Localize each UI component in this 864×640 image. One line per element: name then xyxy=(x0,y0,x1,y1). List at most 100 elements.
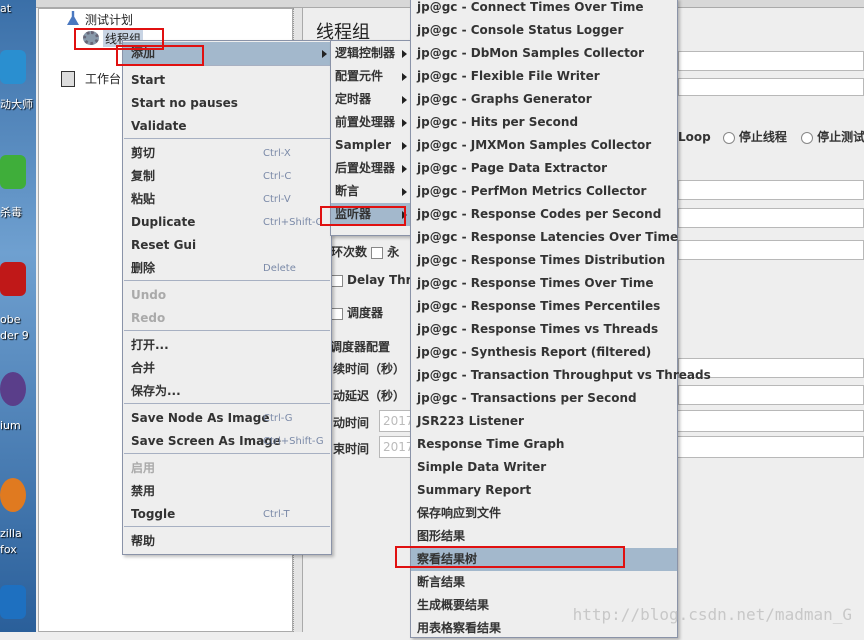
context-menu-item[interactable]: Start no pauses xyxy=(123,92,331,115)
menu-item-label: jp@gc - DbMon Samples Collector xyxy=(417,46,645,60)
context-menu-item[interactable]: Save Screen As Image Ctrl+Shift-G xyxy=(123,430,331,453)
menu-item-label: 后置处理器 xyxy=(335,161,396,175)
desktop-label: ium xyxy=(0,419,21,432)
firefox-icon[interactable] xyxy=(0,478,26,512)
menu-item-label: 定时器 xyxy=(335,92,372,106)
threads-field[interactable] xyxy=(678,180,864,200)
menu-item-label: jp@gc - Response Codes per Second xyxy=(417,207,662,221)
context-menu-item[interactable]: 帮助 xyxy=(123,530,331,553)
menu-item-label: 剪切 xyxy=(131,146,156,160)
context-menu-item[interactable]: 启用 xyxy=(123,457,331,480)
tree-node-test-plan[interactable]: 测试计划 xyxy=(85,11,133,28)
menu-item-label: 保存响应到文件 xyxy=(417,506,502,520)
menu-separator xyxy=(124,403,330,404)
loop-count-field[interactable] xyxy=(678,240,864,260)
listener-menu-item[interactable]: jp@gc - Response Times Over Time xyxy=(411,272,677,295)
menu-item-label: Response Time Graph xyxy=(417,437,565,451)
listener-menu-item[interactable]: 图形结果 xyxy=(411,525,677,548)
add-submenu-item[interactable]: 配置元件 xyxy=(331,65,411,88)
listener-menu-item[interactable]: Summary Report xyxy=(411,479,677,502)
stop-test-radio[interactable] xyxy=(801,131,814,144)
context-menu-item[interactable]: 复制 Ctrl-C xyxy=(123,165,331,188)
listener-menu-item[interactable]: jp@gc - Response Codes per Second xyxy=(411,203,677,226)
stop-thread-radio[interactable] xyxy=(722,131,735,144)
add-submenu-item[interactable]: 定时器 xyxy=(331,88,411,111)
driver-app-icon[interactable] xyxy=(0,50,26,84)
listener-menu-item[interactable]: jp@gc - DbMon Samples Collector xyxy=(411,42,677,65)
shortcut-label: Ctrl-T xyxy=(263,509,290,520)
menu-separator xyxy=(124,280,330,281)
shortcut-label: Ctrl-C xyxy=(263,171,292,182)
context-menu-item[interactable]: 禁用 xyxy=(123,480,331,503)
context-menu-item[interactable]: Toggle Ctrl-T xyxy=(123,503,331,526)
menu-item-label: jp@gc - Response Times Distribution xyxy=(417,253,666,267)
context-menu-item[interactable]: Start xyxy=(123,69,331,92)
listener-menu-item[interactable]: 保存响应到文件 xyxy=(411,502,677,525)
listener-menu-item[interactable]: jp@gc - Hits per Second xyxy=(411,111,677,134)
delay-thread-checkbox[interactable] xyxy=(331,274,343,287)
menu-separator xyxy=(124,138,330,139)
add-submenu-item[interactable]: 逻辑控制器 xyxy=(331,42,411,65)
listener-menu-item[interactable]: jp@gc - Response Times Distribution xyxy=(411,249,677,272)
menu-item-label: jp@gc - Transaction Throughput vs Thread… xyxy=(417,368,711,382)
listener-menu-item[interactable]: Response Time Graph xyxy=(411,433,677,456)
context-menu-item[interactable]: 删除 Delete xyxy=(123,257,331,280)
listener-menu-item[interactable]: jp@gc - Response Times Percentiles xyxy=(411,295,677,318)
menu-item-label: 禁用 xyxy=(131,484,156,498)
listener-menu-item[interactable]: jp@gc - Response Times vs Threads xyxy=(411,318,677,341)
adobe-reader-icon[interactable] xyxy=(0,262,26,296)
context-menu-item[interactable]: 打开... xyxy=(123,334,331,357)
startup-delay-field[interactable] xyxy=(678,385,864,405)
context-menu-item[interactable]: Duplicate Ctrl+Shift-C xyxy=(123,211,331,234)
menu-item-label: Reset Gui xyxy=(131,238,197,252)
menu-item-label: jp@gc - Transactions per Second xyxy=(417,391,637,405)
chromium-icon[interactable] xyxy=(0,372,26,406)
listener-menu-item[interactable]: jp@gc - Connect Times Over Time xyxy=(411,0,677,19)
listener-menu-item[interactable]: jp@gc - Graphs Generator xyxy=(411,88,677,111)
context-menu-item[interactable]: Undo xyxy=(123,284,331,307)
forever-checkbox[interactable] xyxy=(371,246,384,259)
antivirus-icon[interactable] xyxy=(0,155,26,189)
add-submenu-item[interactable]: Sampler xyxy=(331,134,411,157)
add-submenu-item[interactable]: 断言 xyxy=(331,180,411,203)
listener-menu-item[interactable]: Simple Data Writer xyxy=(411,456,677,479)
context-menu-item[interactable]: Reset Gui xyxy=(123,234,331,257)
menu-item-label: 配置元件 xyxy=(335,69,384,83)
menu-item-label: jp@gc - Response Latencies Over Time xyxy=(417,230,679,244)
listener-menu-item[interactable]: jp@gc - Synthesis Report (filtered) xyxy=(411,341,677,364)
listener-menu-item[interactable]: jp@gc - JMXMon Samples Collector xyxy=(411,134,677,157)
menu-item-label: 断言 xyxy=(335,184,360,198)
listener-menu-item[interactable]: jp@gc - Console Status Logger xyxy=(411,19,677,42)
listener-menu-item[interactable]: jp@gc - Page Data Extractor xyxy=(411,157,677,180)
scheduler-checkbox[interactable] xyxy=(331,307,343,320)
desktop-label: obe xyxy=(0,313,21,326)
context-menu-item[interactable]: Save Node As Image Ctrl-G xyxy=(123,407,331,430)
listener-menu-item[interactable]: jp@gc - Transactions per Second xyxy=(411,387,677,410)
menu-item-label: 用表格察看结果 xyxy=(417,621,502,635)
add-submenu-item[interactable]: 前置处理器 xyxy=(331,111,411,134)
listener-menu-item[interactable]: 断言结果 xyxy=(411,571,677,594)
menu-separator xyxy=(124,330,330,331)
listener-menu-item[interactable]: jp@gc - PerfMon Metrics Collector xyxy=(411,180,677,203)
app-icon[interactable] xyxy=(0,585,26,619)
context-menu-item[interactable]: 合并 xyxy=(123,357,331,380)
shortcut-label: Ctrl-V xyxy=(263,194,291,205)
context-menu-item[interactable]: 保存为... xyxy=(123,380,331,403)
context-menu-item[interactable]: 粘贴 Ctrl-V xyxy=(123,188,331,211)
annotation-box xyxy=(395,546,625,568)
context-menu-item[interactable]: Validate xyxy=(123,115,331,138)
listener-menu-item[interactable]: jp@gc - Response Latencies Over Time xyxy=(411,226,679,249)
comments-field[interactable] xyxy=(678,78,864,96)
listener-menu-item[interactable]: jp@gc - Transaction Throughput vs Thread… xyxy=(411,364,711,387)
menu-item-label: jp@gc - Synthesis Report (filtered) xyxy=(417,345,652,359)
ramp-up-field[interactable] xyxy=(678,208,864,228)
shortcut-label: Ctrl+Shift-C xyxy=(263,217,323,228)
add-submenu-item[interactable]: 后置处理器 xyxy=(331,157,411,180)
listener-menu-item[interactable]: JSR223 Listener xyxy=(411,410,677,433)
context-menu-item[interactable]: Redo xyxy=(123,307,331,330)
context-menu-item[interactable]: 剪切 Ctrl-X xyxy=(123,142,331,165)
menu-item-label: Start xyxy=(131,73,166,87)
name-field[interactable] xyxy=(678,51,864,71)
tree-node-workbench[interactable]: 工作台 xyxy=(85,70,121,87)
listener-menu-item[interactable]: jp@gc - Flexible File Writer xyxy=(411,65,677,88)
